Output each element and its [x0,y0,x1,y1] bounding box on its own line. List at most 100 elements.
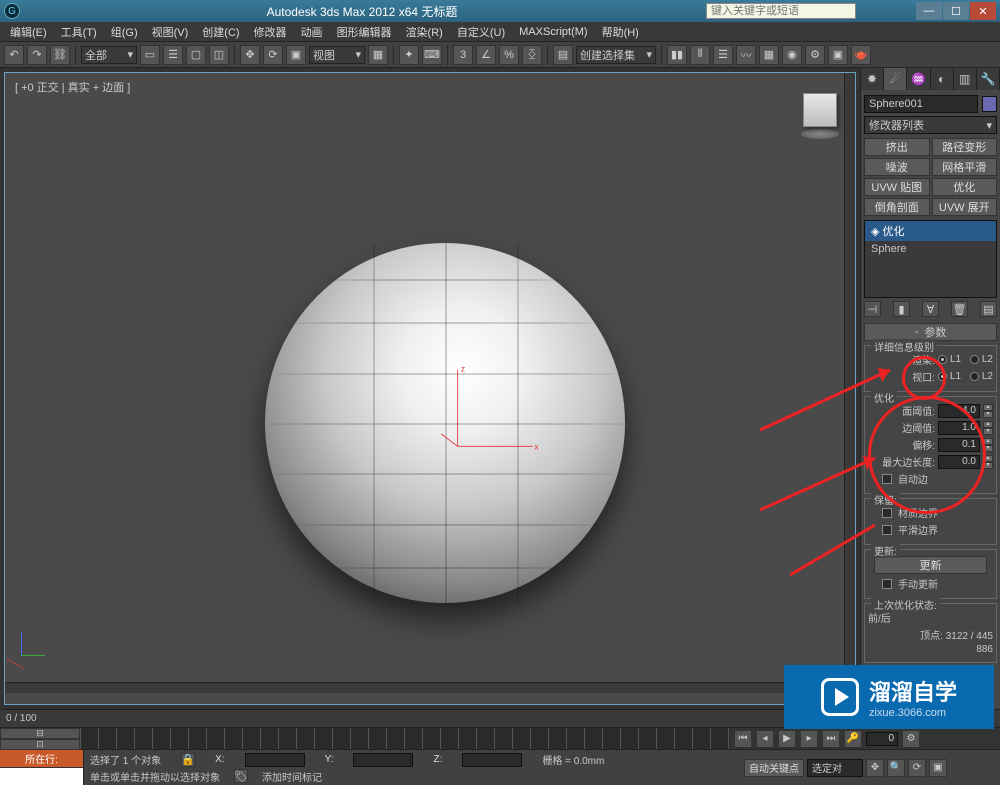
edge-threshold-spinner[interactable]: ▴▾ [983,421,993,435]
frame-field[interactable]: 0 [866,732,898,746]
menu-create[interactable]: 创建(C) [196,22,245,42]
menu-grapheditors[interactable]: 图形编辑器 [331,22,398,42]
modifier-stack[interactable]: ◈ 优化 Sphere [864,220,997,298]
maximize-button[interactable]: ☐ [943,2,969,20]
mod-meshsmooth-button[interactable]: 网格平滑 [932,158,998,176]
trackbar-btn1[interactable]: ⊟ [0,728,80,739]
render-frame-icon[interactable]: ▣ [828,45,848,65]
coord-x-field[interactable] [245,753,305,767]
menu-tools[interactable]: 工具(T) [55,22,103,42]
key-mode-icon[interactable]: 🔑 [844,730,862,748]
curve-editor-icon[interactable]: 〰 [736,45,756,65]
goto-end-icon[interactable]: ⏭ [822,730,840,748]
menu-customize[interactable]: 自定义(U) [451,22,511,42]
spinner-snap-icon[interactable]: ⧰ [522,45,542,65]
redo-icon[interactable]: ↷ [27,45,47,65]
viewport-scroll-v[interactable] [844,73,855,682]
nav-max-icon[interactable]: ▣ [929,759,947,777]
mod-bevelprofile-button[interactable]: 倒角剖面 [864,198,930,216]
lock-selection-icon[interactable]: 🔒 [181,753,195,767]
stack-config-icon[interactable]: ▤ [980,301,997,317]
object-name-field[interactable]: Sphere001 [864,95,978,113]
tab-hierarchy-icon[interactable]: ♒ [907,68,930,90]
stack-item-optimize[interactable]: ◈ 优化 [865,221,996,241]
trackbar-btn2[interactable]: ⊡ [0,739,80,750]
add-timetag-label[interactable]: 添加时间标记 [262,769,322,784]
tab-utilities-icon[interactable]: 🔧 [977,68,1000,90]
mod-extrude-button[interactable]: 挤出 [864,138,930,156]
viewport-scroll-h[interactable] [5,682,844,693]
render-setup-icon[interactable]: ⚙ [805,45,825,65]
face-threshold-field[interactable]: 4.0 [938,404,980,418]
tab-display-icon[interactable]: ▥ [954,68,977,90]
tab-modify-icon[interactable]: ☄ [884,68,907,90]
smooth-boundary-checkbox[interactable] [882,525,892,535]
close-button[interactable]: ✕ [970,2,996,20]
select-name-icon[interactable]: ☰ [163,45,183,65]
maxedge-spinner[interactable]: ▴▾ [983,455,993,469]
layers-icon[interactable]: ☰ [713,45,733,65]
viewport-area[interactable]: [ +0 正交 | 真实 + 边面 ] [0,68,860,709]
script-input[interactable] [0,768,83,785]
schematic-icon[interactable]: ▦ [759,45,779,65]
stack-item-sphere[interactable]: Sphere [865,241,996,257]
mod-optimize-button[interactable]: 优化 [932,178,998,196]
manip-icon[interactable]: ✦ [399,45,419,65]
menu-modifiers[interactable]: 修改器 [248,22,293,42]
nav-zoom-icon[interactable]: 🔍 [887,759,905,777]
rotate-icon[interactable]: ⟳ [263,45,283,65]
key-selection-field[interactable]: 选定对 [807,759,863,777]
update-button[interactable]: 更新 [874,556,987,574]
coord-y-field[interactable] [353,753,413,767]
percent-snap-icon[interactable]: % [499,45,519,65]
edge-threshold-field[interactable]: 1.0 [938,421,980,435]
add-timetag-icon[interactable]: 🏷 [234,769,248,783]
menu-views[interactable]: 视图(V) [146,22,195,42]
play-icon[interactable]: ▶ [778,730,796,748]
mat-boundary-checkbox[interactable] [882,508,892,518]
named-sel-icon[interactable]: ▤ [553,45,573,65]
goto-start-icon[interactable]: ⏮ [734,730,752,748]
tab-create-icon[interactable]: ✸ [861,68,884,90]
face-threshold-spinner[interactable]: ▴▾ [983,404,993,418]
maxedge-field[interactable]: 0.0 [938,455,980,469]
autoedge-checkbox[interactable] [882,474,892,484]
mod-uvwunwrap-button[interactable]: UVW 展开 [932,198,998,216]
time-config-icon[interactable]: ⚙ [902,730,920,748]
undo-icon[interactable]: ↶ [4,45,24,65]
stack-unique-icon[interactable]: ∀ [922,301,939,317]
render-icon[interactable]: 🫖 [851,45,871,65]
named-sel-dropdown[interactable]: 创建选择集▾ [576,46,656,64]
mirror-icon[interactable]: ▮▮ [667,45,687,65]
prev-frame-icon[interactable]: ◂ [756,730,774,748]
bias-field[interactable]: 0.1 [938,438,980,452]
next-frame-icon[interactable]: ▸ [800,730,818,748]
pivot-icon[interactable]: ▦ [368,45,388,65]
material-editor-icon[interactable]: ◉ [782,45,802,65]
viewport-label[interactable]: [ +0 正交 | 真实 + 边面 ] [15,79,130,95]
help-search-input[interactable] [706,3,856,19]
bias-spinner[interactable]: ▴▾ [983,438,993,452]
minimize-button[interactable]: ― [916,2,942,20]
modifier-list-dropdown[interactable]: 修改器列表▾ [864,116,997,134]
view-l2-radio[interactable] [970,372,979,381]
menu-edit[interactable]: 编辑(E) [4,22,53,42]
autokey-button[interactable]: 自动关键点 [744,759,804,777]
nav-orbit-icon[interactable]: ⟳ [908,759,926,777]
render-l2-radio[interactable] [970,355,979,364]
align-icon[interactable]: ⫴ [690,45,710,65]
script-listener-tab[interactable]: 所在行: [0,750,83,768]
menu-help[interactable]: 帮助(H) [596,22,645,42]
menu-group[interactable]: 组(G) [105,22,144,42]
mod-uvwmap-button[interactable]: UVW 贴图 [864,178,930,196]
refcoords-dropdown[interactable]: 视图▾ [309,46,365,64]
tab-motion-icon[interactable]: ◐ [931,68,954,90]
nav-pan-icon[interactable]: ✥ [866,759,884,777]
render-l1-radio[interactable] [938,355,947,364]
window-crossing-icon[interactable]: ◫ [209,45,229,65]
object-color-swatch[interactable] [982,96,997,112]
link-icon[interactable]: ⛓ [50,45,70,65]
viewcube[interactable] [797,93,843,139]
move-icon[interactable]: ✥ [240,45,260,65]
coord-z-field[interactable] [462,753,522,767]
